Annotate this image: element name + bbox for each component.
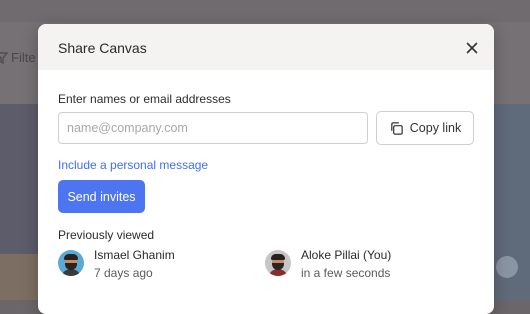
- viewer-item: Aloke Pillai (You) in a few seconds: [265, 248, 391, 280]
- close-button[interactable]: [462, 38, 482, 58]
- personal-message-link[interactable]: Include a personal message: [58, 158, 208, 172]
- share-canvas-dialog: Share Canvas Enter names or email addres…: [38, 24, 494, 314]
- email-field-label: Enter names or email addresses: [58, 92, 231, 106]
- previously-viewed-label: Previously viewed: [58, 228, 155, 242]
- email-input[interactable]: [58, 112, 368, 144]
- send-invites-button[interactable]: Send invites: [58, 180, 145, 213]
- dialog-title: Share Canvas: [58, 40, 147, 56]
- avatar: [58, 250, 84, 276]
- dialog-header: Share Canvas: [38, 24, 494, 70]
- background-card-left: [0, 104, 38, 300]
- copy-link-label: Copy link: [409, 121, 462, 135]
- viewer-item: Ismael Ghanim 7 days ago: [58, 248, 175, 280]
- viewer-name: Ismael Ghanim: [94, 248, 175, 262]
- background-filter: Filte: [0, 50, 36, 65]
- background-card-right: [494, 104, 530, 300]
- copy-icon: [390, 121, 403, 135]
- viewer-time: in a few seconds: [301, 266, 391, 280]
- close-icon: [466, 42, 478, 54]
- avatar: [265, 250, 291, 276]
- copy-link-button[interactable]: Copy link: [376, 111, 474, 145]
- viewer-name: Aloke Pillai (You): [301, 248, 392, 262]
- filter-icon: [0, 51, 8, 64]
- background-toolbar: [0, 0, 530, 22]
- viewer-time: 7 days ago: [94, 266, 153, 280]
- background-filter-label: Filte: [11, 50, 36, 65]
